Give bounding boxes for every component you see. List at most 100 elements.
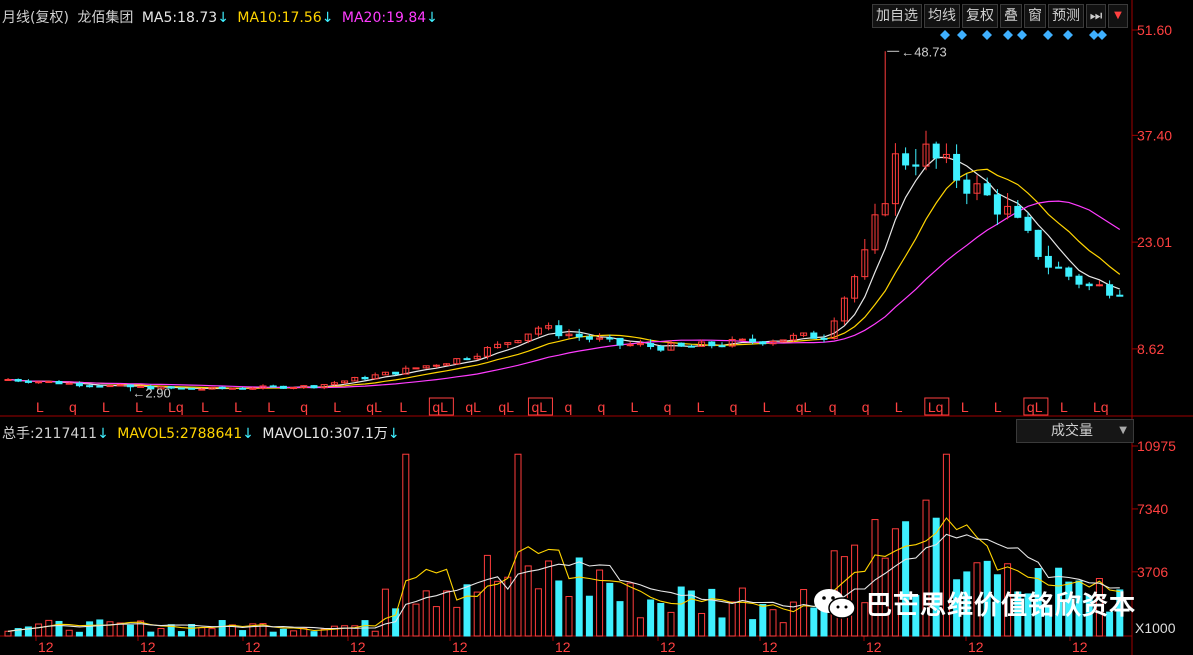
adjust-price-button[interactable]: 复权 [962,4,998,28]
candle-down [708,341,716,347]
candle-down [953,153,961,181]
volume-bar-up [290,630,298,637]
indicator-select-label: 成交量 [1051,423,1093,439]
volume-tick-label: 7340 [1137,501,1168,517]
signal-label: q [300,399,308,415]
ma20-value: 19.84 [386,10,427,26]
signal-label: L [399,399,407,415]
volume-bar-down [585,595,593,637]
volume-bar-up [565,596,573,637]
candle-down [983,183,991,196]
candle-down [820,337,828,340]
signal-label: Lq [168,399,184,415]
volume-header: 总手:2117411↓ MAVOL5:2788641↓ MAVOL10:307.… [2,423,400,443]
signal-label: L [201,399,209,415]
candle-up [4,378,12,381]
signal-label: qL [498,399,514,415]
candle-up [290,387,298,390]
event-diamond-icon [982,30,992,40]
volume-bar-up [412,603,420,637]
overlay-button[interactable]: 叠 [1000,4,1022,28]
signal-label: qL [366,399,382,415]
next-icon[interactable]: ⏭ [1086,4,1106,28]
total-volume-label: 总手: [2,426,35,442]
volume-bar-up [626,582,634,637]
volume-bar-up [341,625,349,637]
signal-label: q [598,399,606,415]
candle-up [412,367,420,370]
mavol5-value: 2788641 [179,426,243,442]
volume-bar-up [698,612,706,637]
signal-label: L [36,399,44,415]
kline-chart[interactable]: 51.60 37.40 23.01 8.62 10975 7340 3706 X1000 12 1… [0,0,1193,655]
time-axis-label: 12 [245,639,261,655]
forecast-button[interactable]: 预测 [1048,4,1084,28]
signal-label: Lq [1093,399,1109,415]
signal-label: L [1060,399,1068,415]
volume-bar-up [4,630,12,637]
time-axis-label: 12 [555,639,571,655]
volume-bar-up [769,609,777,637]
axis-labels: 51.60 37.40 23.01 8.62 10975 7340 3706 X1000 12 1… [36,22,1176,655]
candle-down [1075,275,1083,285]
volume-bar-down [75,631,83,637]
price-header: 月线(复权) 龙佰集团 MA5:18.73↓ MA10:17.56↓ MA20:… [2,7,438,27]
indicator-select[interactable]: 成交量 ▼ [1016,419,1134,443]
volume-bar-down [279,628,287,637]
volume-bar-down [606,582,614,637]
time-axis-label: 12 [968,639,984,655]
ma20-line [7,200,1121,389]
event-diamond-icon [1043,30,1053,40]
total-volume-value: 2117411 [34,426,98,442]
volume-bar-up [738,587,746,637]
candle-up [116,384,124,387]
arrow-down-icon: ↓ [321,10,334,26]
candle-down [902,153,910,166]
signal-label: L [631,399,639,415]
volume-bar-up [728,601,736,637]
candle-down [963,179,971,194]
volume-bar-up [779,622,787,637]
arrow-down-icon: ↓ [426,10,438,26]
volume-bar-down [718,617,726,637]
candle-down [188,387,196,390]
candle-down [677,342,685,347]
candle-up [228,387,236,390]
volume-bar-down [463,584,471,637]
volume-bar-up [330,625,338,637]
volume-bar-up [494,580,502,637]
moving-average-button[interactable]: 均线 [924,4,960,28]
volume-bar-down [616,601,624,637]
volume-bar-up [453,606,461,637]
candle-down [912,164,920,167]
signal-label: q [564,399,572,415]
time-axis-label: 12 [866,639,882,655]
add-favorite-button[interactable]: 加自选 [872,4,922,28]
volume-bar-up [45,619,53,637]
signal-label: q [664,399,672,415]
arrow-down-icon: ↓ [242,426,254,442]
ma10-value: 17.56 [281,10,322,26]
event-diamond-icon [957,30,967,40]
volume-bar-up [65,629,73,637]
candle-down [24,380,32,383]
candle-down [218,386,226,389]
candle-down [1065,267,1073,277]
signal-label: L [333,399,341,415]
dropdown-icon[interactable]: ▼ [1108,4,1128,28]
candle-down [647,343,655,348]
volume-tick-label: 10975 [1137,438,1176,454]
candle-up [106,385,114,388]
time-axis-label: 12 [660,639,676,655]
signal-label: L [267,399,275,415]
volume-unit-label: X1000 [1135,620,1176,636]
signal-label: L [697,399,705,415]
candle-down [555,325,563,337]
watermark-text: 巴芒思维价值铭欣资本 [866,591,1137,621]
volume-bar-down [708,588,716,637]
candle-down [14,378,22,382]
stock-name: 龙佰集团 [77,10,134,26]
window-button[interactable]: 窗 [1024,4,1046,28]
volume-bar-up [545,560,553,637]
candle-down [687,345,695,348]
